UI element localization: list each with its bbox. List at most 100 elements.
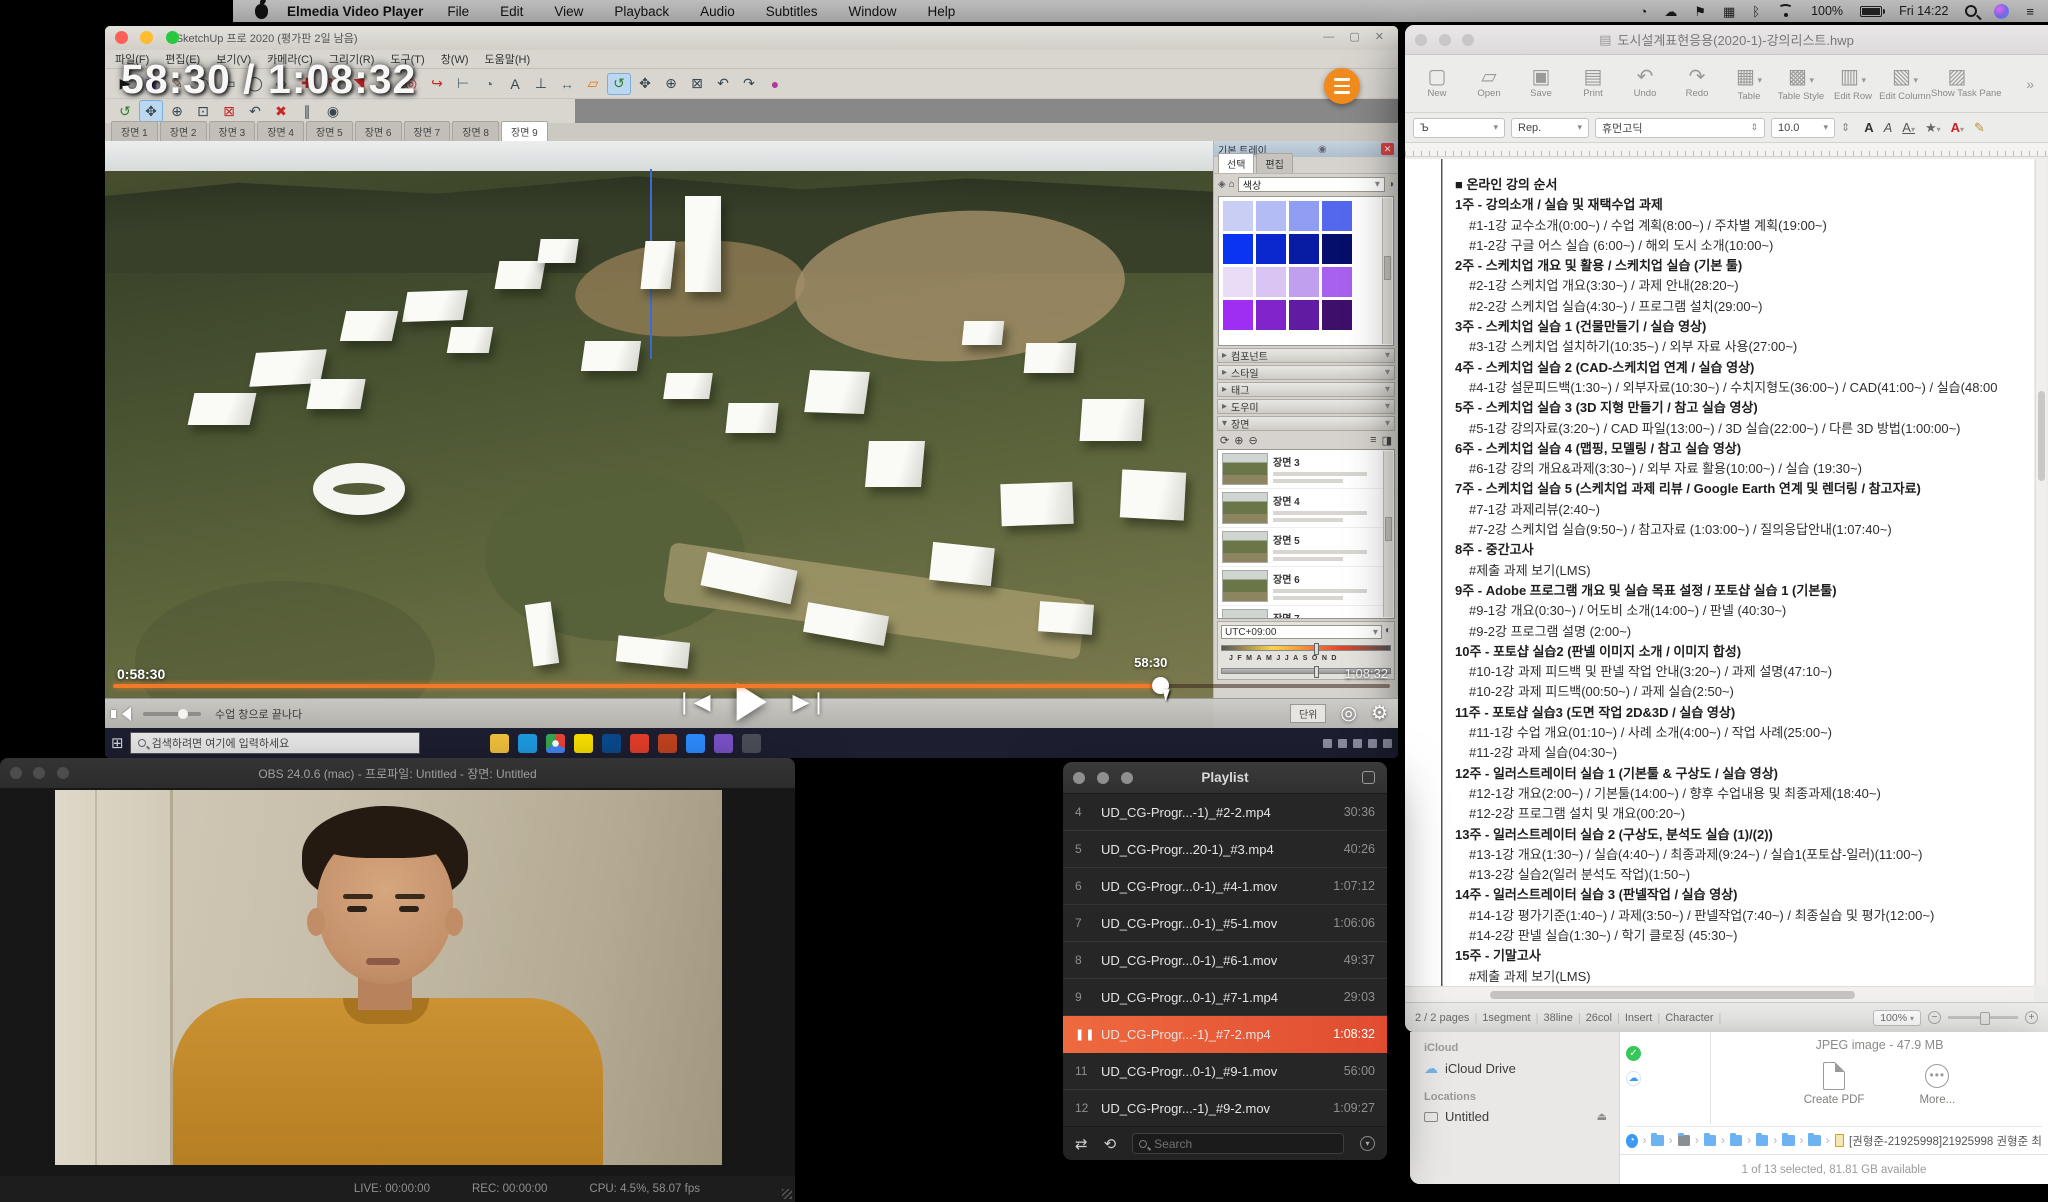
zoom-extents-icon[interactable]: ⊠ xyxy=(685,73,709,95)
axes-tool-icon[interactable]: ⊥ xyxy=(529,73,553,95)
next-view-icon[interactable]: ↷ xyxy=(737,73,761,95)
icloud-download-icon[interactable]: ☁ xyxy=(1626,1071,1641,1086)
protractor-icon[interactable]: ◔ xyxy=(477,73,501,95)
filter-dropdown-icon[interactable]: ▾ xyxy=(1360,1136,1375,1151)
shuffle-icon[interactable]: ⇄ xyxy=(1075,1135,1088,1153)
scene-tab[interactable]: 장면 6 xyxy=(355,121,402,141)
add-scene-icon[interactable]: ⊕ xyxy=(1234,434,1243,447)
orbit-tool-icon[interactable]: ↺ xyxy=(113,100,137,122)
playlist-row[interactable]: ❚❚ UD_CG-Progr...-1)_#7-2.mp4 1:08:32 xyxy=(1063,1016,1387,1053)
zoom-in-icon[interactable]: + xyxy=(2025,1011,2038,1024)
zoom-slider[interactable] xyxy=(1948,1016,2018,1019)
bold-icon[interactable]: A xyxy=(1864,120,1873,135)
scene-tab[interactable]: 장면 8 xyxy=(452,121,499,141)
playlist-row[interactable]: 11 UD_CG-Progr...0-1)_#9-1.mov 56:00 xyxy=(1063,1053,1387,1090)
minimize-button[interactable] xyxy=(33,767,45,779)
hwp-toolbar-button[interactable]: ▢New xyxy=(1411,66,1463,102)
scene-list-item[interactable]: 장면 5 xyxy=(1218,528,1394,567)
doc-horizontal-scrollbar[interactable] xyxy=(1405,986,2034,1002)
zoom-button[interactable] xyxy=(1462,34,1474,46)
zoom-button[interactable] xyxy=(1121,772,1133,784)
color-swatch[interactable] xyxy=(1223,201,1253,231)
hwp-toolbar-button[interactable]: ▥Edit Row xyxy=(1827,66,1879,102)
previous-view-icon[interactable]: ↶ xyxy=(243,100,267,122)
menubar-item[interactable]: Subtitles xyxy=(757,4,827,19)
menubar-item[interactable]: View xyxy=(545,4,592,19)
shadow-toggle-icon[interactable]: ◐ xyxy=(1385,625,1391,639)
color-swatch[interactable] xyxy=(1322,300,1352,330)
folder-icon[interactable] xyxy=(1782,1135,1794,1146)
color-swatch[interactable] xyxy=(1223,300,1253,330)
update-scene-icon[interactable]: ⟳ xyxy=(1220,434,1229,447)
look-around-icon[interactable]: ◉ xyxy=(321,100,345,122)
color-swatch[interactable] xyxy=(1256,234,1286,264)
siri-icon[interactable] xyxy=(1994,4,2009,19)
back-arrow-icon[interactable]: ◈ xyxy=(1218,179,1226,190)
sketchup-viewport[interactable] xyxy=(105,141,1213,728)
walk-tool-icon[interactable]: ∥ xyxy=(295,100,319,122)
playlist-row[interactable]: 12 UD_CG-Progr...-1)_#9-2.mov 1:09:27 xyxy=(1063,1090,1387,1127)
scene-tab[interactable]: 장면 7 xyxy=(404,121,451,141)
menubar-item[interactable]: Help xyxy=(919,4,965,19)
section-plane-icon[interactable]: ▱ xyxy=(581,73,605,95)
scene-tab[interactable]: 장면 2 xyxy=(160,121,207,141)
folder-icon[interactable] xyxy=(1704,1135,1716,1146)
player-menu-button[interactable] xyxy=(1324,68,1360,104)
delete-guides-icon[interactable]: ✖ xyxy=(269,100,293,122)
hwp-toolbar-button[interactable]: ▤Print xyxy=(1567,66,1619,102)
resize-grip[interactable] xyxy=(782,1189,792,1199)
tray-close-icon[interactable]: ✕ xyxy=(1381,143,1394,155)
capture-snapshot-icon[interactable]: ◎ xyxy=(1340,702,1357,725)
playlist-row[interactable]: 6 UD_CG-Progr...0-1)_#4-1.mov 1:07:12 xyxy=(1063,868,1387,905)
scene-options-icon[interactable]: ≡ xyxy=(1370,434,1376,446)
color-swatch[interactable] xyxy=(1289,300,1319,330)
color-swatch[interactable] xyxy=(1322,267,1352,297)
scene-tab[interactable]: 장면 1 xyxy=(111,121,158,141)
text-effect-icon[interactable]: ★▾ xyxy=(1925,120,1941,136)
playlist-row[interactable]: 4 UD_CG-Progr...-1)_#2-2.mp4 30:36 xyxy=(1063,794,1387,831)
remove-scene-icon[interactable]: ⊖ xyxy=(1248,434,1257,447)
color-swatch[interactable] xyxy=(1223,267,1253,297)
menubar-item[interactable]: File xyxy=(438,4,478,19)
scene-tab[interactable]: 장면 3 xyxy=(209,121,256,141)
materials-tab[interactable]: 선택 xyxy=(1218,153,1254,173)
italic-icon[interactable]: A xyxy=(1884,120,1893,135)
pan-tool-icon[interactable]: ✥ xyxy=(139,100,163,122)
sketchup-menu-item[interactable]: 창(W) xyxy=(441,51,469,67)
scene-tab[interactable]: 장면 9 xyxy=(501,121,548,141)
zoom-tool-icon[interactable]: ⊕ xyxy=(165,100,189,122)
menubar-item[interactable]: Edit xyxy=(491,4,532,19)
zoom-button[interactable] xyxy=(57,767,69,779)
hwp-toolbar-button[interactable]: ▧Edit Column xyxy=(1879,66,1931,102)
style-select[interactable]: Ъ▾ xyxy=(1413,118,1505,138)
sketchup-menu-item[interactable]: 도움말(H) xyxy=(485,51,531,67)
scene-list-item[interactable]: 장면 4 xyxy=(1218,489,1394,528)
tape-measure-icon[interactable]: ⊢ xyxy=(451,73,475,95)
scene-list-item[interactable]: 장면 6 xyxy=(1218,567,1394,606)
scene-list-item[interactable]: 장면 3 xyxy=(1218,450,1394,489)
close-button[interactable] xyxy=(1073,772,1085,784)
menubar-item[interactable]: Audio xyxy=(691,4,744,19)
path-file-name[interactable]: [권형준-21925998]21925998 권형준 최 xyxy=(1849,1133,2042,1149)
zoom-button[interactable] xyxy=(166,31,179,44)
timezone-select[interactable]: UTC+09:00▾ xyxy=(1221,625,1382,639)
text-tool-icon[interactable]: A xyxy=(503,73,527,95)
tray-section-collapsed[interactable]: ▸컴포넌트▾ xyxy=(1217,348,1395,363)
color-swatch[interactable] xyxy=(1223,234,1253,264)
hwp-toolbar-button[interactable]: ▨Show Task Pane xyxy=(1931,66,1983,102)
color-swatch[interactable] xyxy=(1289,234,1319,264)
spotlight-search-icon[interactable] xyxy=(1965,5,1977,17)
playlist-row[interactable]: 9 UD_CG-Progr...0-1)_#7-1.mp4 29:03 xyxy=(1063,979,1387,1016)
hwp-toolbar-button[interactable]: ▣Save xyxy=(1515,66,1567,102)
scene-tab[interactable]: 장면 5 xyxy=(306,121,353,141)
time-slider[interactable] xyxy=(1221,645,1391,651)
color-swatch[interactable] xyxy=(1289,201,1319,231)
create-pdf-action[interactable]: Create PDF xyxy=(1804,1062,1865,1106)
hwp-toolbar-button[interactable]: ↶Undo xyxy=(1619,66,1671,102)
font-color-icon[interactable]: A▾ xyxy=(1951,120,1964,135)
material-category-select[interactable]: 색상▾ xyxy=(1238,177,1385,192)
folder-icon[interactable] xyxy=(1730,1135,1742,1146)
doc-vertical-scrollbar[interactable] xyxy=(2035,159,2046,986)
bookmark-icon[interactable]: ⚑ xyxy=(1694,5,1706,18)
paint-bucket-icon[interactable]: ● xyxy=(763,73,787,95)
